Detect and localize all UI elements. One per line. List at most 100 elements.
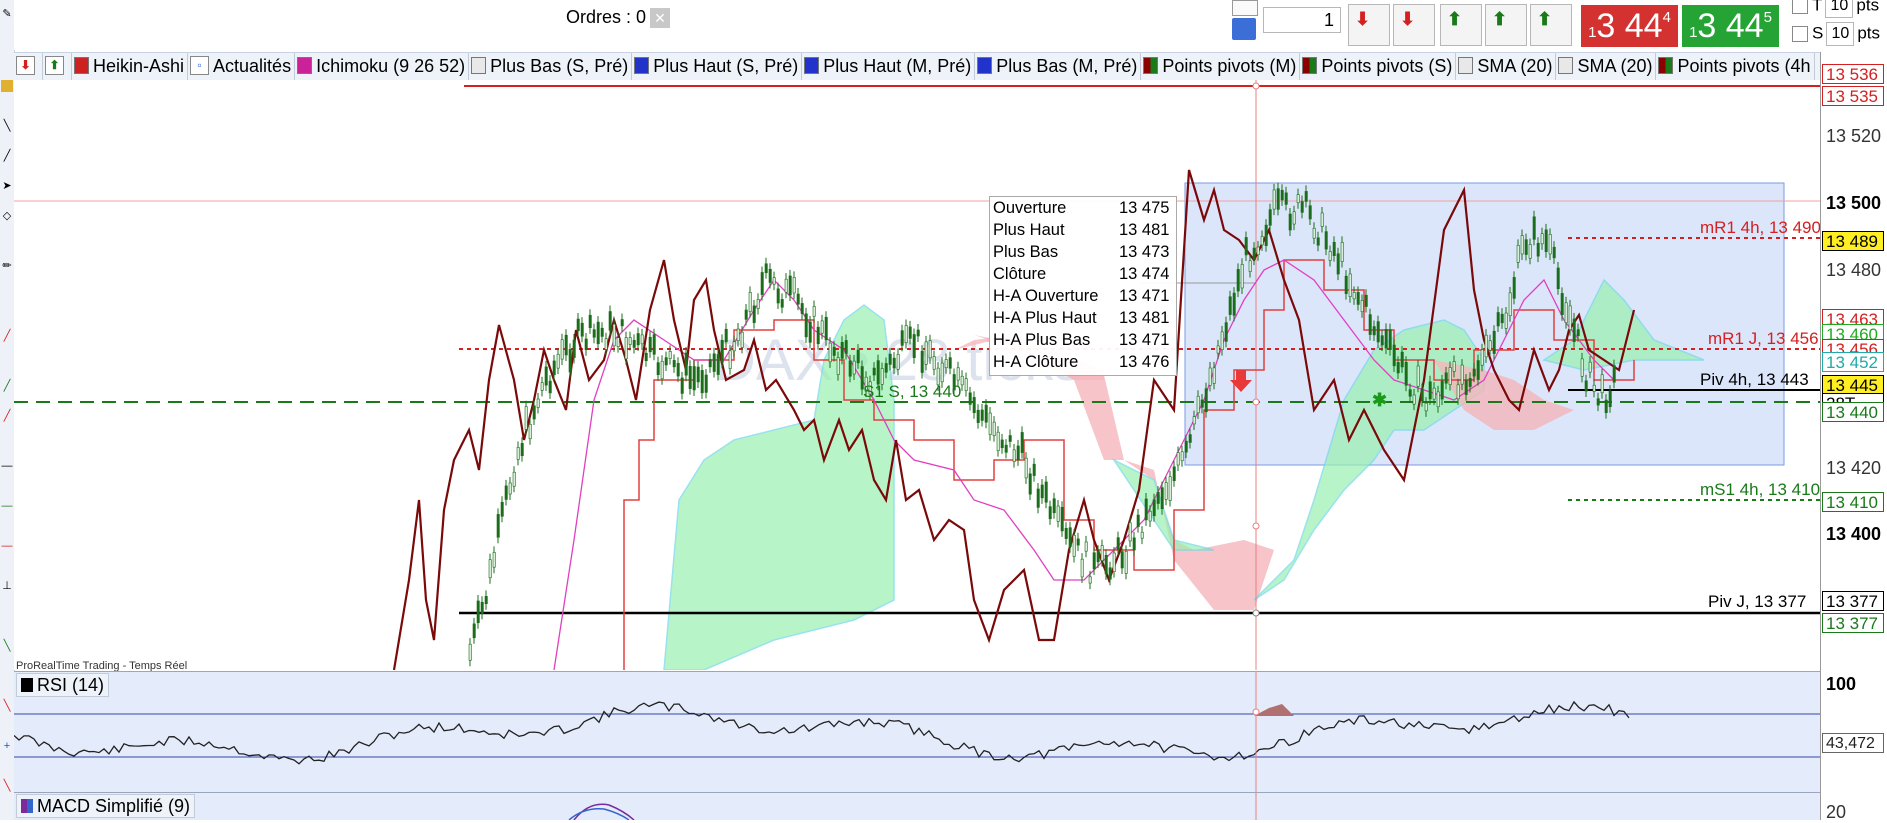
tab-heikin-ashi[interactable]: Heikin-Ashi — [72, 53, 189, 80]
candle — [740, 331, 744, 348]
takeprofit-input[interactable]: 10 — [1825, 0, 1854, 18]
close-position-button[interactable]: ⬆ — [1530, 4, 1572, 46]
candle — [1600, 374, 1604, 394]
candle — [904, 325, 908, 343]
candle — [1304, 191, 1308, 202]
sell-price-button[interactable]: 13 444 — [1581, 5, 1678, 47]
candle — [712, 353, 716, 372]
text-icon[interactable]: ⊥ — [1, 580, 13, 592]
candle — [584, 338, 588, 351]
candle — [976, 409, 980, 423]
tab-plus-haut-m[interactable]: Plus Haut (M, Pré) — [802, 53, 976, 80]
candle — [1100, 545, 1104, 561]
resistance-line-icon[interactable]: — — [1, 540, 13, 552]
tab-scroll-up[interactable]: ⬆ — [43, 53, 72, 80]
arrow-up-icon[interactable]: ╱ — [1, 380, 13, 392]
tab-pivots-m[interactable]: Points pivots (M) — [1141, 53, 1301, 80]
orders-status[interactable]: Ordres : 0 ✕ — [566, 7, 671, 29]
close-icon[interactable]: ✕ — [650, 8, 671, 29]
candle — [964, 378, 968, 391]
crosshair-marker — [1252, 398, 1260, 406]
tab-plus-haut-s[interactable]: Plus Haut (S, Pré) — [632, 53, 803, 80]
plus-icon[interactable]: + — [1, 740, 13, 752]
shape-icon[interactable]: ◇ — [1, 210, 13, 222]
candle — [1468, 378, 1472, 387]
green-tool-icon[interactable]: ╲ — [1, 640, 13, 652]
candle — [504, 485, 508, 500]
tab-plus-bas-m[interactable]: Plus Bas (M, Pré) — [975, 53, 1142, 80]
candle — [1536, 242, 1540, 257]
tab-actualites[interactable]: ▫ Actualités — [188, 53, 296, 80]
pencil-icon[interactable] — [1232, 0, 1258, 16]
candle — [532, 405, 536, 420]
takeprofit-row: T 10 pts — [1792, 0, 1879, 18]
price-axis[interactable] — [1820, 52, 1887, 820]
candle — [888, 353, 892, 365]
buy-price-button[interactable]: 13 445 — [1682, 5, 1779, 47]
candle — [1580, 358, 1584, 377]
ohlc-value: 13 481 — [1119, 309, 1170, 327]
sell-limit-button[interactable]: ⬇ — [1393, 4, 1435, 46]
quantity-input[interactable]: 1 — [1263, 7, 1341, 33]
candle — [568, 349, 572, 373]
price-tag: 13 377 — [1822, 591, 1884, 611]
minus-icon[interactable]: — — [1, 460, 13, 472]
sell-stop-icon: ⬆ — [1492, 9, 1508, 29]
line-tool-icon[interactable]: ╲ — [1, 120, 13, 132]
macd-panel[interactable]: MACD Simplifié (9) — [14, 793, 1820, 820]
red-plus-icon[interactable]: ╲ — [1, 780, 13, 792]
candle — [1396, 362, 1400, 374]
rsi-value-tag: 43,472 — [1822, 733, 1884, 753]
heikin-ashi-swatch — [74, 57, 89, 75]
candle — [1444, 372, 1448, 384]
candle — [876, 360, 880, 385]
buy-stop-button[interactable]: ⬆ — [1440, 4, 1482, 46]
candle — [1504, 312, 1508, 329]
sell-stop-button[interactable]: ⬆ — [1485, 4, 1527, 46]
candle — [1488, 340, 1492, 351]
candle — [720, 340, 724, 363]
candle — [852, 360, 856, 375]
candle — [1028, 473, 1032, 495]
price-tag: 13 452 — [1822, 352, 1884, 372]
macd-label[interactable]: MACD Simplifié (9) — [16, 794, 196, 818]
tab-sma-20-a[interactable]: SMA (20) — [1456, 53, 1557, 80]
candle — [1448, 367, 1452, 385]
candle — [736, 328, 740, 341]
candle — [932, 356, 936, 370]
stoploss-checkbox[interactable] — [1792, 26, 1808, 42]
color-icon[interactable] — [1, 80, 13, 92]
takeprofit-unit: pts — [1856, 0, 1880, 15]
swatch — [977, 57, 993, 75]
red-tool-icon[interactable]: ╲ — [1, 700, 13, 712]
buy-limit-button[interactable]: ⬇ — [1348, 4, 1390, 46]
cursor-icon[interactable]: ✎ — [1, 8, 13, 20]
candle — [636, 333, 640, 346]
ichimoku-swatch — [297, 57, 313, 75]
candle — [1048, 506, 1052, 520]
candle — [1112, 552, 1116, 572]
trendline-icon[interactable]: ╱ — [1, 150, 13, 162]
price-chart[interactable]: DAX • 28 ticks ✱ mR1 4 — [14, 80, 1821, 670]
candle — [804, 313, 808, 338]
rsi-panel[interactable]: RSI (14) — [14, 672, 1820, 792]
tab-plus-bas-s[interactable]: Plus Bas (S, Pré) — [469, 53, 633, 80]
pencil-icon[interactable]: ✏ — [1, 260, 13, 272]
tab-pivots-s[interactable]: Points pivots (S) — [1300, 53, 1457, 80]
takeprofit-checkbox[interactable] — [1792, 0, 1808, 14]
support-line-icon[interactable]: — — [1, 500, 13, 512]
candle — [1368, 314, 1372, 335]
tab-sma-20-b[interactable]: SMA (20) — [1556, 53, 1657, 80]
arrow-down-icon[interactable]: ╱ — [1, 330, 13, 342]
calculator-icon[interactable] — [1232, 18, 1256, 40]
candle — [772, 277, 776, 285]
rsi-label[interactable]: RSI (14) — [16, 673, 110, 697]
stoploss-input[interactable]: 10 — [1826, 22, 1855, 46]
candle — [1484, 334, 1488, 358]
tab-ichimoku[interactable]: Ichimoku (9 26 52) — [295, 53, 470, 80]
candle — [872, 367, 876, 376]
tab-scroll-down[interactable]: ⬇ — [14, 53, 43, 80]
tab-pivots-4h[interactable]: Points pivots (4h — [1656, 53, 1815, 80]
sell-line-icon[interactable]: ╱ — [1, 410, 13, 422]
pointer-icon[interactable]: ➤ — [1, 180, 13, 192]
